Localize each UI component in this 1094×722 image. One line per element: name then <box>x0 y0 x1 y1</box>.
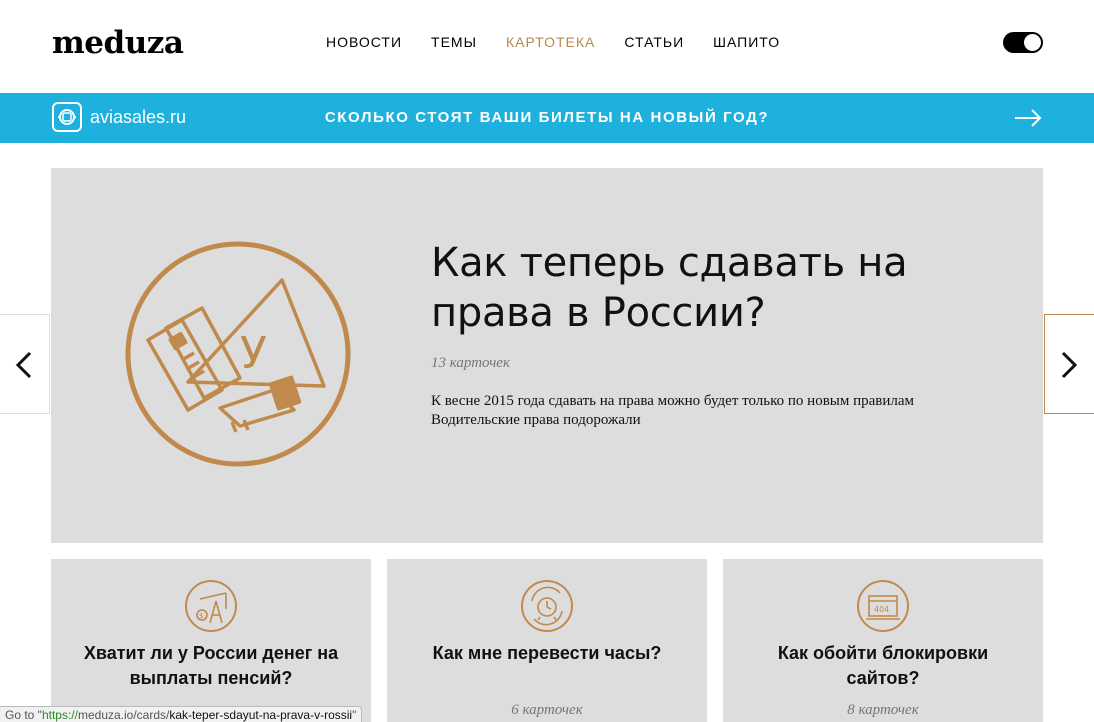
carousel-prev-button[interactable] <box>0 314 50 414</box>
carousel-next-button[interactable] <box>1044 314 1094 414</box>
ad-banner[interactable]: aviasales.ru СКОЛЬКО СТОЯТ ВАШИ БИЛЕТЫ Н… <box>0 93 1094 143</box>
card-title[interactable]: Как мне перевести часы? <box>407 641 687 666</box>
arrow-right-icon[interactable] <box>1014 106 1042 130</box>
card-blocks[interactable]: 404 Как обойти блокировки сайтов? 8 карт… <box>723 559 1043 722</box>
browser-404-icon: 404 <box>857 580 909 632</box>
status-host: meduza.io/cards/ <box>77 708 170 722</box>
main-nav: НОВОСТИ ТЕМЫ КАРТОТЕКА СТАТЬИ ШАПИТО <box>326 33 780 51</box>
toggle-knob <box>1024 34 1041 51</box>
nav-item-news[interactable]: НОВОСТИ <box>326 33 402 51</box>
site-header: meduza НОВОСТИ ТЕМЫ КАРТОТЕКА СТАТЬИ ШАП… <box>0 0 1094 93</box>
nav-item-shapito[interactable]: ШАПИТО <box>713 33 780 51</box>
status-prefix: Go to " <box>5 708 42 722</box>
banner-headline[interactable]: СКОЛЬКО СТОЯТ ВАШИ БИЛЕТЫ НА НОВЫЙ ГОД? <box>0 109 1094 127</box>
featured-card-count: 13 карточек <box>431 355 510 371</box>
svg-text:У: У <box>240 328 267 379</box>
nav-item-topics[interactable]: ТЕМЫ <box>431 33 477 51</box>
featured-card[interactable]: У Как теперь сдавать на права в России? … <box>51 168 1043 543</box>
driving-license-icon: У <box>125 241 351 467</box>
svg-text:$: $ <box>199 612 203 620</box>
dark-mode-toggle[interactable] <box>1003 32 1043 53</box>
card-count: 6 карточек <box>511 702 583 718</box>
description-line: Водительские права подорожали <box>431 412 641 428</box>
card-clocks[interactable]: Как мне перевести часы? 6 карточек <box>387 559 707 722</box>
featured-card-title[interactable]: Как теперь сдавать на права в России? <box>431 238 951 338</box>
browser-status-bar: Go to "https://meduza.io/cards/kak-teper… <box>0 706 363 722</box>
chevron-left-icon <box>15 351 32 379</box>
status-protocol: https:// <box>41 708 78 722</box>
card-count: 8 карточек <box>847 702 919 718</box>
card-pensions[interactable]: $ Хватит ли у России денег на выплаты пе… <box>51 559 371 722</box>
card-title[interactable]: Как обойти блокировки сайтов? <box>743 641 1023 691</box>
status-suffix: " <box>352 708 357 722</box>
description-line: К весне 2015 года сдавать на права можно… <box>431 393 915 409</box>
svg-text:404: 404 <box>874 605 889 614</box>
clock-icon <box>521 580 573 632</box>
site-logo[interactable]: meduza <box>52 26 184 60</box>
card-title[interactable]: Хватит ли у России денег на выплаты пенс… <box>71 641 351 691</box>
status-path: kak-teper-sdayut-na-prava-v-rossii <box>169 708 353 722</box>
oil-pump-icon: $ <box>185 580 237 632</box>
nav-item-articles[interactable]: СТАТЬИ <box>624 33 684 51</box>
featured-card-description: К весне 2015 года сдавать на права можно… <box>431 392 991 430</box>
nav-item-cards[interactable]: КАРТОТЕКА <box>506 33 595 51</box>
chevron-right-icon <box>1061 351 1078 379</box>
